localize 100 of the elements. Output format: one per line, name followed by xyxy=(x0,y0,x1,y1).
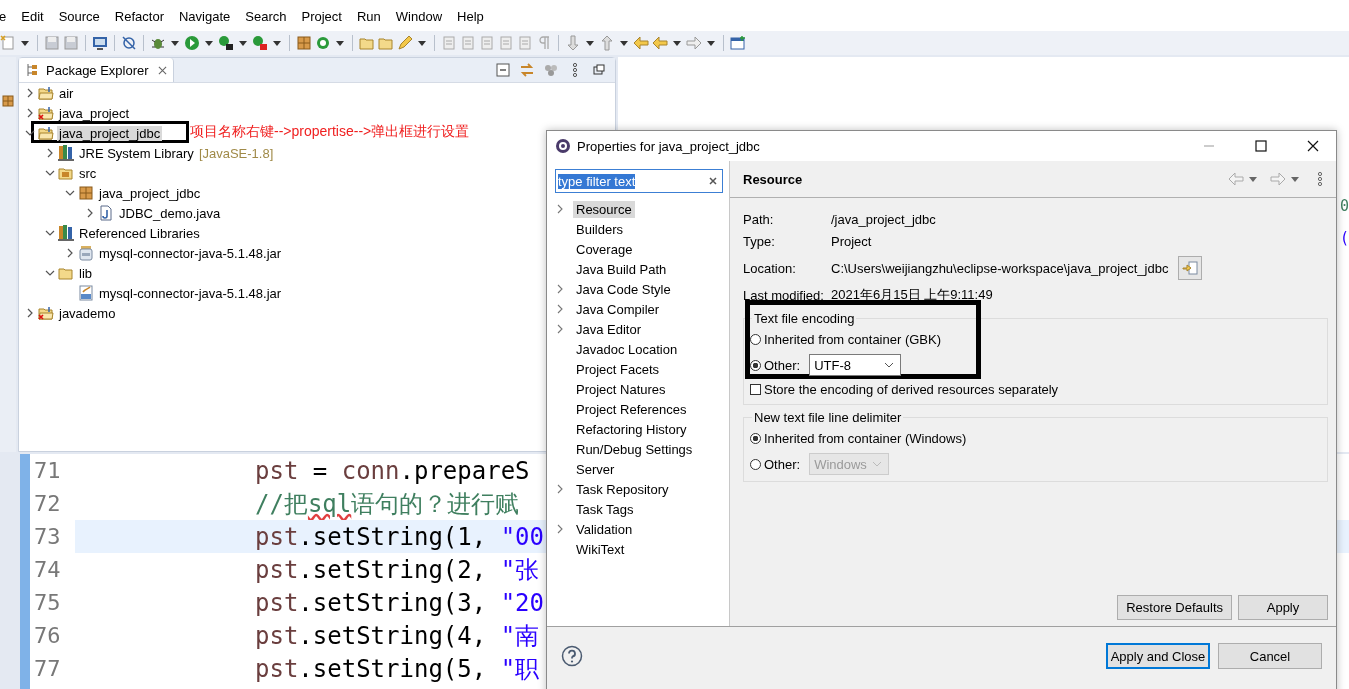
run-external-icon[interactable] xyxy=(218,35,234,51)
chevron-right-icon[interactable] xyxy=(555,324,565,334)
tree-item[interactable]: JRE System Library xyxy=(77,145,196,161)
menu-item[interactable]: Run xyxy=(356,9,381,24)
radio-button[interactable] xyxy=(750,333,761,345)
chevron-right-icon[interactable] xyxy=(555,484,565,494)
clear-icon[interactable] xyxy=(708,176,718,186)
chevron-right-icon[interactable] xyxy=(25,308,35,318)
caret-icon[interactable] xyxy=(418,40,426,46)
caret-icon[interactable] xyxy=(336,40,344,46)
caret-icon[interactable] xyxy=(586,40,594,46)
nav-item[interactable]: Refactoring History xyxy=(573,420,690,438)
caret-icon[interactable] xyxy=(21,40,29,46)
nav-item[interactable]: Server xyxy=(573,460,618,478)
slash-icon[interactable] xyxy=(121,35,137,51)
chevron-right-icon[interactable] xyxy=(45,148,55,158)
play-icon[interactable] xyxy=(184,35,200,51)
tree-item[interactable]: src xyxy=(77,165,99,181)
collapse-all-icon[interactable] xyxy=(495,62,511,78)
chevron-right-icon[interactable] xyxy=(25,88,35,98)
tree-item[interactable]: JDBC_demo.java xyxy=(117,205,223,221)
caret-icon[interactable] xyxy=(239,40,247,46)
nav-item[interactable]: Coverage xyxy=(573,240,636,258)
menu-item[interactable]: Source xyxy=(58,9,100,24)
toolbox-icon[interactable] xyxy=(252,35,268,51)
radio-button[interactable] xyxy=(750,359,761,371)
tree-item[interactable]: mysql-connector-java-5.1.48.jar xyxy=(97,285,284,301)
close-icon[interactable] xyxy=(1307,140,1319,152)
menu-item[interactable]: e xyxy=(0,9,7,24)
chevron-right-icon[interactable] xyxy=(555,304,565,314)
chevron-right-icon[interactable] xyxy=(25,108,35,118)
chevron-right-icon[interactable] xyxy=(555,284,565,294)
new-class-icon[interactable] xyxy=(315,35,331,51)
tree-item[interactable]: lib xyxy=(77,265,94,281)
arrow-left-icon[interactable] xyxy=(652,35,668,51)
nav-item[interactable]: Run/Debug Settings xyxy=(573,440,696,458)
nav-item[interactable]: Java Editor xyxy=(573,320,645,338)
radio-button[interactable] xyxy=(750,432,761,444)
chevron-down-icon[interactable] xyxy=(45,228,55,238)
dialog-button[interactable]: Restore Defaults xyxy=(1117,595,1232,620)
menu-item[interactable]: Edit xyxy=(21,9,44,24)
arrow-left-icon[interactable] xyxy=(633,35,649,51)
caret-icon[interactable] xyxy=(707,40,715,46)
nav-item[interactable]: Java Build Path xyxy=(573,260,670,278)
nav-item[interactable]: Project References xyxy=(573,400,690,418)
pen-icon[interactable] xyxy=(397,35,413,51)
chevron-down-icon[interactable] xyxy=(45,268,55,278)
chevron-down-icon[interactable] xyxy=(45,168,55,178)
chevron-right-icon[interactable] xyxy=(65,248,75,258)
minimized-view-icon[interactable] xyxy=(2,95,14,107)
menu-item[interactable]: Project xyxy=(301,9,342,24)
menu-item[interactable]: Refactor xyxy=(114,9,164,24)
new-window-icon[interactable] xyxy=(730,35,746,51)
dialog-button[interactable]: Cancel xyxy=(1218,643,1322,669)
tree-item[interactable]: air xyxy=(57,85,76,101)
tree-item[interactable]: mysql-connector-java-5.1.48.jar xyxy=(97,245,284,261)
chevron-right-icon[interactable] xyxy=(85,208,95,218)
filter-field[interactable]: type filter text xyxy=(555,169,723,193)
show-in-explorer-button[interactable] xyxy=(1178,256,1203,280)
monitor-icon[interactable] xyxy=(92,35,108,51)
nav-item[interactable]: Java Code Style xyxy=(573,280,674,298)
minimize-icon[interactable] xyxy=(591,62,607,78)
caret-icon[interactable] xyxy=(620,40,628,46)
encoding-dropdown[interactable]: UTF-8 xyxy=(809,354,902,376)
nav-item[interactable]: Validation xyxy=(573,520,636,538)
nav-item[interactable]: Resource xyxy=(573,200,635,218)
crate-icon[interactable] xyxy=(296,35,312,51)
maximize-icon[interactable] xyxy=(1255,140,1267,152)
caret-icon[interactable] xyxy=(673,40,681,46)
caret-icon[interactable] xyxy=(171,40,179,46)
checkbox[interactable] xyxy=(750,383,761,395)
menu-item[interactable]: Help xyxy=(457,9,484,24)
tree-item[interactable]: Referenced Libraries xyxy=(77,225,202,241)
tree-item[interactable]: javademo xyxy=(57,305,118,321)
chevron-down-icon[interactable] xyxy=(25,128,35,138)
nav-item[interactable]: Project Facets xyxy=(573,360,663,378)
nav-item[interactable]: WikiText xyxy=(573,540,628,558)
nav-item[interactable]: Task Repository xyxy=(573,480,672,498)
caret-icon[interactable] xyxy=(205,40,213,46)
menu-item[interactable]: Navigate xyxy=(179,9,231,24)
caret-icon[interactable] xyxy=(273,40,281,46)
tree-item[interactable]: java_project_jdbc xyxy=(57,125,163,141)
nav-item[interactable]: Javadoc Location xyxy=(573,340,681,358)
help-icon[interactable] xyxy=(561,645,583,667)
dialog-button[interactable]: Apply and Close xyxy=(1106,643,1210,669)
dialog-button[interactable]: Apply xyxy=(1238,595,1328,620)
caret-icon[interactable] xyxy=(1249,176,1257,182)
menu-item[interactable]: Search xyxy=(245,9,287,24)
menu-item[interactable]: Window xyxy=(395,9,443,24)
tree-item[interactable]: java_project_jdbc xyxy=(97,185,203,201)
chevron-right-icon[interactable] xyxy=(555,524,565,534)
chevron-down-icon[interactable] xyxy=(65,188,75,198)
view-tab[interactable]: Package Explorer xyxy=(19,58,174,82)
nav-item[interactable]: Builders xyxy=(573,220,626,238)
link-arrows-icon[interactable] xyxy=(519,62,535,78)
nav-item[interactable]: Task Tags xyxy=(573,500,637,518)
caret-icon[interactable] xyxy=(1291,176,1299,182)
tree-item[interactable]: java_project xyxy=(57,105,132,121)
nav-item[interactable]: Java Compiler xyxy=(573,300,663,318)
nav-item[interactable]: Project Natures xyxy=(573,380,669,398)
